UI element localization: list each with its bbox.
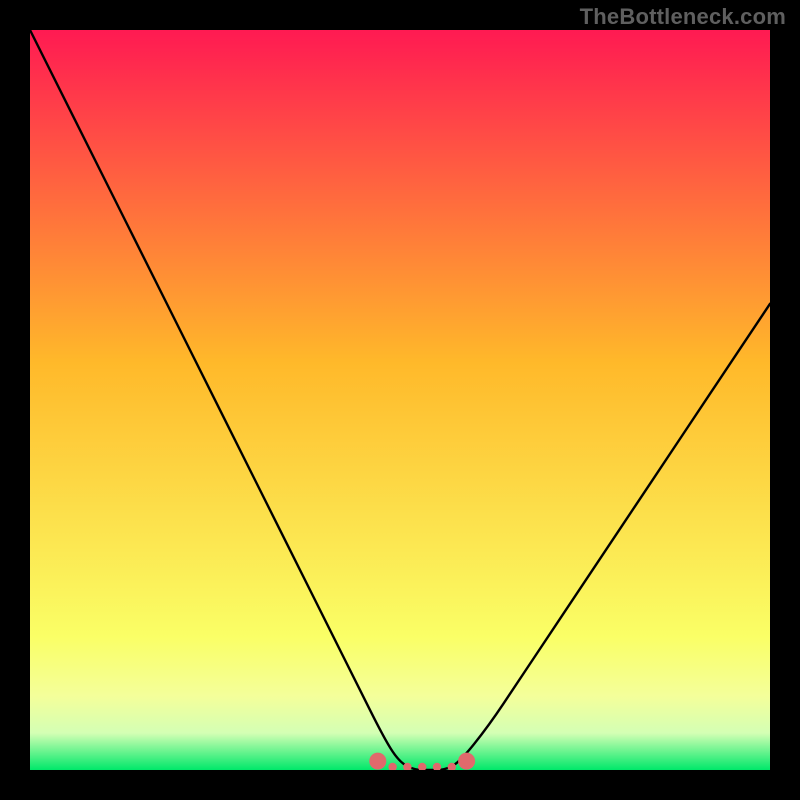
gradient-background (30, 30, 770, 770)
chart-svg (30, 30, 770, 770)
watermark-text: TheBottleneck.com (580, 4, 786, 30)
optimal-edge-marker (459, 753, 475, 769)
chart-plot-area (30, 30, 770, 770)
optimal-edge-marker (370, 753, 386, 769)
chart-frame: TheBottleneck.com (0, 0, 800, 800)
